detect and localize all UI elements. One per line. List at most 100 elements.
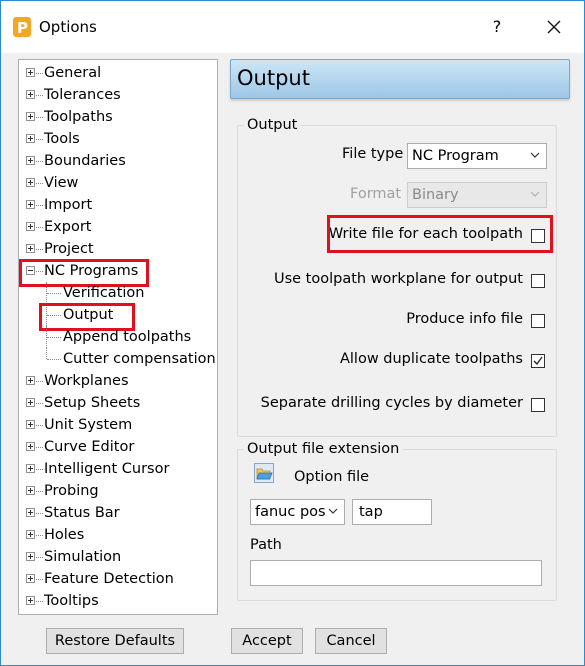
expand-icon[interactable] [26,398,35,407]
tree-item[interactable]: Curve Editor [19,436,215,458]
tree-item[interactable]: Holes [19,524,215,546]
tree-connector [36,381,43,382]
tree-item[interactable]: Feature Detection [19,568,215,590]
close-icon [547,20,561,34]
tree-item[interactable]: Export [19,216,215,238]
tree-item[interactable]: Tools [19,128,215,150]
help-button[interactable]: ? [487,15,507,39]
tree-item-label: Tooltips [44,593,99,609]
tree-item[interactable]: View [19,172,215,194]
tree-connector [36,425,43,426]
option-file-value: fanuc pos [255,504,326,520]
panel-header: Output [230,59,570,99]
tree-item[interactable]: Project [19,238,215,260]
restore-defaults-button[interactable]: Restore Defaults [46,628,184,654]
options-tree[interactable]: General Tolerances Toolpaths Tools Boundarie… [18,59,218,615]
open-folder-button[interactable] [254,463,274,483]
expand-icon[interactable] [26,486,35,495]
option-checkbox[interactable] [531,314,545,328]
tree-item[interactable]: Unit System [19,414,215,436]
expand-icon[interactable] [26,134,35,143]
tree-item-label: Curve Editor [44,439,135,455]
tree-item[interactable]: Verification [19,282,215,304]
tree-item-label: Append toolpaths [63,329,192,345]
tree-connector [47,293,61,294]
expand-icon[interactable] [26,420,35,429]
tree-connector [36,403,43,404]
tree-item[interactable]: Probing [19,480,215,502]
expand-icon[interactable] [26,112,35,121]
option-checkbox[interactable] [531,354,545,368]
tree-item[interactable]: Append toolpaths [19,326,215,348]
expand-icon[interactable] [26,200,35,209]
tree-item-label: Project [44,241,94,257]
expand-icon[interactable] [26,376,35,385]
expand-icon[interactable] [26,222,35,231]
tree-item[interactable]: General [19,62,215,84]
tree-connector [36,601,43,602]
open-folder-icon [254,463,274,483]
close-button[interactable] [541,14,567,40]
tree-connector [36,183,43,184]
expand-icon[interactable] [26,464,35,473]
tree-item[interactable]: Toolpaths [19,106,215,128]
tree-connector [36,117,43,118]
accept-button[interactable]: Accept [231,628,303,654]
output-group-title: Output [244,117,301,133]
tree-item[interactable]: Tolerances [19,84,215,106]
path-input[interactable] [250,560,542,586]
tree-connector [46,348,47,359]
title-bar: P Options ? [1,1,584,53]
tree-item-label: Setup Sheets [44,395,141,411]
option-file-label: Option file [294,469,370,485]
options-dialog: P Options ? General Tolerances Toolpaths To… [0,0,585,666]
tree-item[interactable]: Simulation [19,546,215,568]
expand-icon[interactable] [26,68,35,77]
expand-icon[interactable] [26,156,35,165]
tree-item[interactable]: Workplanes [19,370,215,392]
expand-icon[interactable] [26,596,35,605]
tree-item[interactable]: Cutter compensation [19,348,216,370]
option-checkbox[interactable] [531,274,545,288]
expand-icon[interactable] [26,574,35,583]
option-checkbox[interactable] [531,398,545,412]
tree-connector [36,161,43,162]
option-label: Produce info file [406,311,523,327]
tree-item[interactable]: Status Bar [19,502,215,524]
tree-item-label: General [44,65,102,81]
option-label: Separate drilling cycles by diameter [260,395,523,411]
tree-connector [36,469,43,470]
chevron-down-icon [530,191,540,197]
format-select[interactable]: Binary [407,182,547,208]
tree-item-label: Cutter compensation [63,351,216,367]
file-type-select[interactable]: NC Program [407,143,547,169]
cancel-button[interactable]: Cancel [315,628,387,654]
format-label: Format [350,186,402,202]
tree-item-label: Unit System [44,417,133,433]
expand-icon[interactable] [26,90,35,99]
path-label: Path [250,537,282,553]
expand-icon[interactable] [26,508,35,517]
tree-item[interactable]: Intelligent Cursor [19,458,215,480]
extension-input[interactable]: tap [352,499,432,525]
tree-item-label: Toolpaths [44,109,113,125]
expand-icon[interactable] [26,530,35,539]
tree-item-label: Tools [44,131,80,147]
expand-icon[interactable] [26,442,35,451]
tree-item[interactable]: Boundaries [19,150,215,172]
tree-connector [36,535,43,536]
tree-connector [47,337,61,338]
file-type-value: NC Program [412,148,499,164]
option-file-select[interactable]: fanuc pos [250,499,345,525]
tree-connector [36,491,43,492]
expand-icon[interactable] [26,178,35,187]
tree-connector [36,557,43,558]
expand-icon[interactable] [26,244,35,253]
tree-item-label: Probing [44,483,99,499]
tree-item[interactable]: Import [19,194,215,216]
format-value: Binary [412,187,459,203]
tree-item[interactable]: Tooltips [19,590,215,612]
tree-item-label: Feature Detection [44,571,174,587]
expand-icon[interactable] [26,552,35,561]
tree-item[interactable]: Setup Sheets [19,392,215,414]
